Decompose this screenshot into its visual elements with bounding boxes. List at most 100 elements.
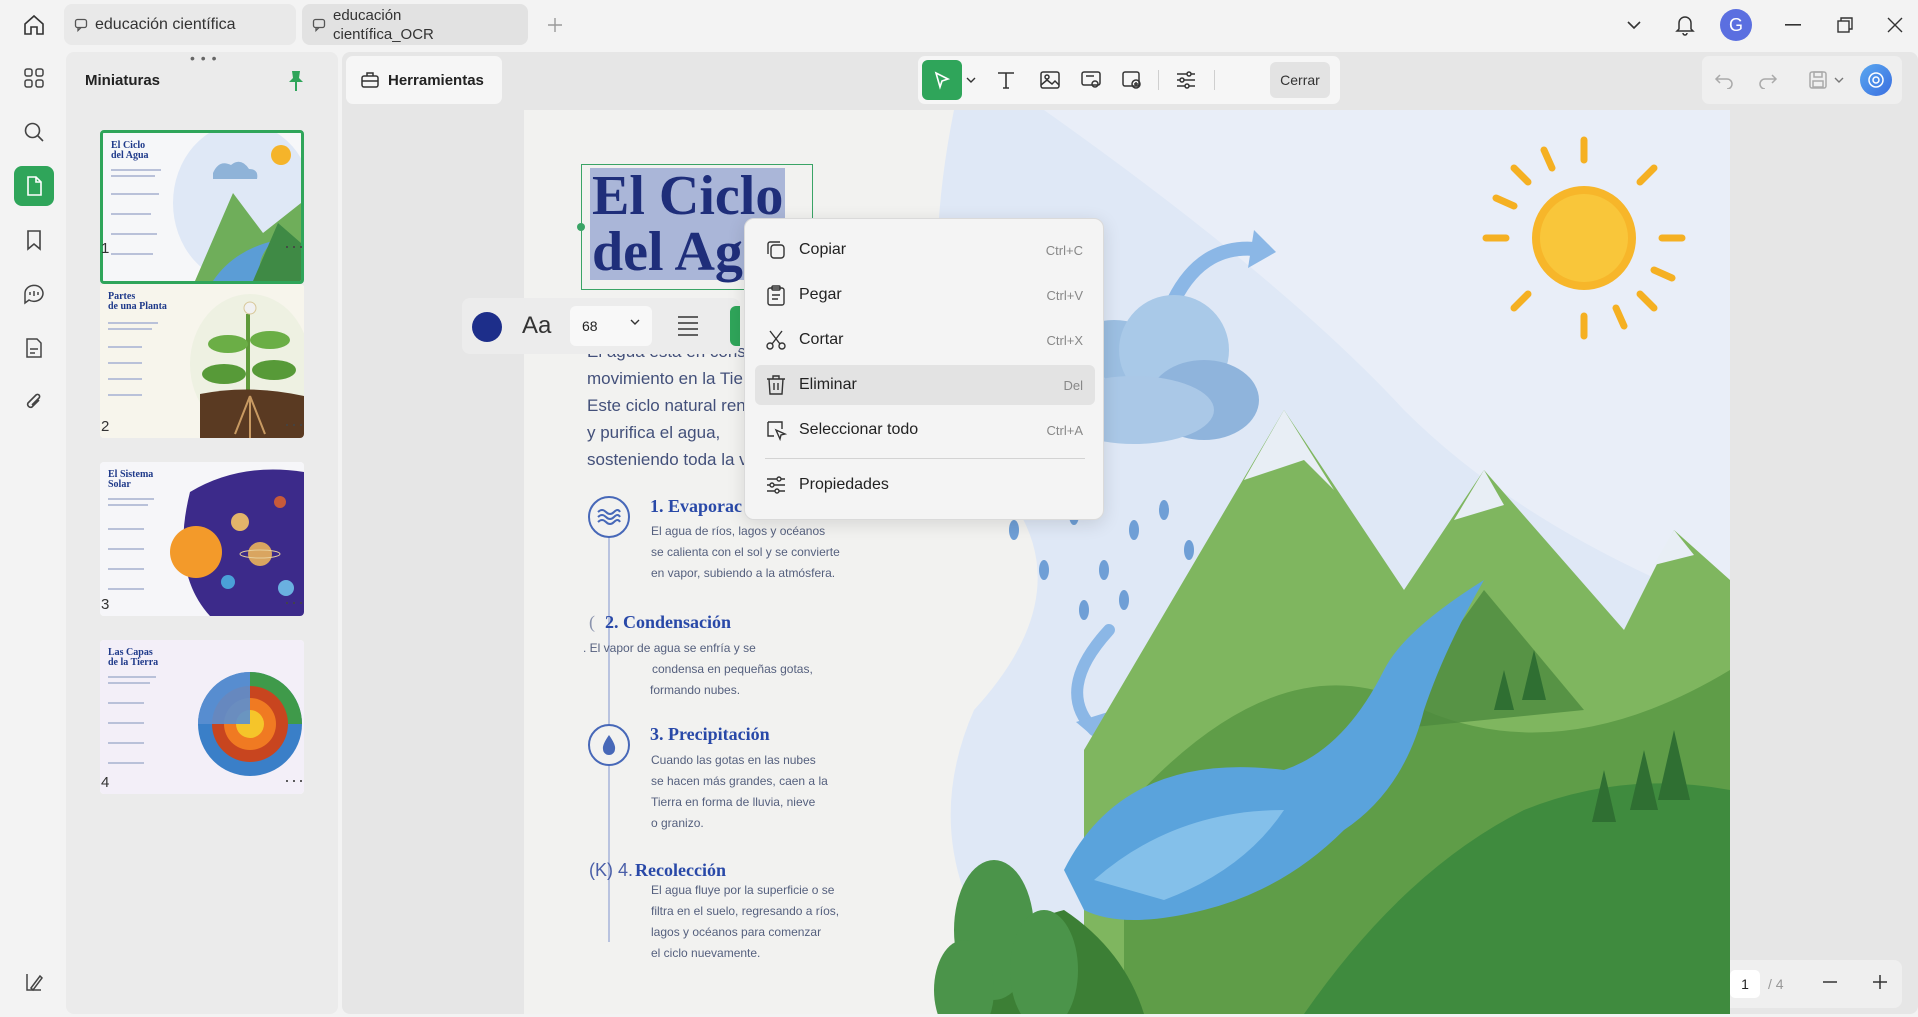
step-heading[interactable]: 1. Evaporac <box>650 496 742 517</box>
step-text[interactable]: Cuando las gotas en las nubes se hacen m… <box>651 750 828 834</box>
menu-item-label: Cortar <box>799 331 844 348</box>
menu-item-label: Propiedades <box>799 476 889 493</box>
attachment-icon[interactable] <box>14 382 54 422</box>
step-text[interactable]: El agua de ríos, lagos y océanos se cali… <box>651 521 840 584</box>
left-rail <box>0 50 66 1017</box>
tools-button[interactable]: Herramientas <box>346 56 502 104</box>
more-options-icon[interactable]: ··· <box>284 414 305 435</box>
zoom-in-icon[interactable] <box>1872 974 1888 990</box>
step-heading[interactable]: 3. Precipitación <box>650 724 770 745</box>
properties-tool-button[interactable] <box>1168 64 1204 96</box>
menu-item-label: Copiar <box>799 241 847 258</box>
menu-item-propiedades[interactable]: Propiedades <box>755 465 1095 505</box>
panel-title: Miniaturas <box>85 72 161 89</box>
thumbnail-page-1[interactable]: El Ciclo del Agua <box>100 130 304 284</box>
close-icon[interactable] <box>1880 10 1910 40</box>
comments-icon[interactable] <box>14 274 54 314</box>
bell-icon[interactable] <box>1670 10 1700 40</box>
menu-item-shortcut: Ctrl+V <box>1046 288 1083 303</box>
text-tool-button[interactable] <box>988 64 1024 96</box>
more-options-icon[interactable]: ··· <box>284 592 305 613</box>
pages-icon[interactable] <box>14 166 54 206</box>
minimize-icon[interactable] <box>1778 10 1808 40</box>
select-tool-button[interactable] <box>922 60 962 100</box>
new-tab-button[interactable] <box>542 12 568 38</box>
menu-item-pegar[interactable]: Pegar Ctrl+V <box>755 275 1095 315</box>
toolbox-icon <box>361 72 379 88</box>
thumbnail-page-4[interactable]: Las Capas de la Tierra <box>100 640 304 794</box>
zoom-out-icon[interactable] <box>1822 974 1838 990</box>
text-color-swatch[interactable] <box>472 312 502 342</box>
redo-icon[interactable] <box>1750 64 1786 96</box>
apps-grid-icon[interactable] <box>14 58 54 98</box>
stamp-tool-button[interactable] <box>1114 64 1150 96</box>
tab-label-line2: científica_OCR <box>333 25 434 43</box>
chevron-down-icon[interactable] <box>962 64 980 96</box>
font-family-button[interactable]: Aa <box>522 312 551 340</box>
pin-icon[interactable] <box>287 69 305 93</box>
title-bar: educación científica educación científica… <box>0 0 1918 50</box>
menu-item-seleccionar-todo[interactable]: Seleccionar todo Ctrl+A <box>755 410 1095 450</box>
thumbnail-title: El Ciclo del Agua <box>111 140 149 161</box>
step-heading[interactable]: (K) 4. Recolección <box>589 860 726 881</box>
chevron-down-icon[interactable] <box>1830 64 1848 96</box>
menu-item-copiar[interactable]: Copiar Ctrl+C <box>755 230 1095 270</box>
cursor-icon <box>934 71 951 90</box>
panel-grip[interactable]: • • • <box>190 50 217 66</box>
step-text[interactable]: El agua fluye por la superficie o se fil… <box>651 880 839 964</box>
copy-icon <box>767 241 785 259</box>
tab-label: educación científica <box>95 15 236 33</box>
scissors-icon <box>766 330 786 350</box>
step-text[interactable]: . El vapor de agua se enfría y se conden… <box>583 638 813 701</box>
menu-item-shortcut: Del <box>1063 378 1083 393</box>
stamp-icon <box>1122 71 1141 89</box>
menu-item-eliminar[interactable]: Eliminar Del <box>755 365 1095 405</box>
menu-item-label: Pegar <box>799 286 842 303</box>
format-option-button[interactable] <box>730 306 740 346</box>
text-format-bar: Aa 68 <box>462 298 740 354</box>
comment-icon <box>312 18 326 32</box>
home-icon[interactable] <box>18 11 50 39</box>
restore-icon[interactable] <box>1830 10 1860 40</box>
paste-icon <box>767 285 785 306</box>
more-options-icon[interactable]: ··· <box>284 770 305 791</box>
image-tool-button[interactable] <box>1032 64 1068 96</box>
align-icon[interactable] <box>676 314 700 336</box>
close-edit-button[interactable]: Cerrar <box>1270 62 1330 98</box>
ai-assistant-icon[interactable] <box>1860 64 1892 96</box>
bookmark-icon[interactable] <box>14 220 54 260</box>
step-prefix: (K) 4. <box>589 860 634 880</box>
menu-item-cortar[interactable]: Cortar Ctrl+X <box>755 320 1095 360</box>
thumbnail-number: 4 <box>101 774 110 791</box>
more-options-icon[interactable]: ··· <box>284 236 305 257</box>
document-fields-icon[interactable] <box>14 328 54 368</box>
resize-handle[interactable] <box>577 223 585 231</box>
tab-educacion-cientifica-ocr[interactable]: educación científica_OCR <box>302 4 528 45</box>
current-page-input[interactable]: 1 <box>1730 970 1760 998</box>
undo-icon[interactable] <box>1706 64 1742 96</box>
tab-educacion-cientifica[interactable]: educación científica <box>64 4 296 45</box>
search-icon[interactable] <box>14 112 54 152</box>
step-heading[interactable]: (2. Condensación <box>589 612 731 633</box>
thumbnail-title: Partes de una Planta <box>108 291 167 312</box>
comment-icon <box>74 18 88 32</box>
menu-item-label: Seleccionar todo <box>799 421 919 438</box>
chevron-down-icon[interactable] <box>1620 10 1648 40</box>
thumbnail-number: 3 <box>101 596 110 613</box>
intro-paragraph[interactable]: El agua está en consta movimiento en la … <box>587 338 760 473</box>
image-icon <box>1040 71 1060 89</box>
thumbnail-page-3[interactable]: El Sistema Solar <box>100 462 304 616</box>
context-menu: Copiar Ctrl+C Pegar Ctrl+V Cortar Ctrl+X… <box>744 218 1104 520</box>
menu-item-shortcut: Ctrl+X <box>1046 333 1083 348</box>
title-line-2: del Ag <box>590 221 745 283</box>
link-tool-button[interactable] <box>1074 64 1110 96</box>
link-icon <box>1081 71 1101 88</box>
title-line-1: El Ciclo <box>590 165 786 227</box>
menu-item-shortcut: Ctrl+A <box>1046 423 1083 438</box>
font-size-dropdown[interactable]: 68 <box>570 306 652 346</box>
side-panel-toggle-icon[interactable] <box>14 962 54 1002</box>
thumbnail-page-2[interactable]: Partes de una Planta <box>100 284 304 438</box>
tab-label: educación científica_OCR <box>333 6 434 44</box>
thumbnail-title: Las Capas de la Tierra <box>108 647 159 668</box>
avatar[interactable]: G <box>1720 9 1752 41</box>
